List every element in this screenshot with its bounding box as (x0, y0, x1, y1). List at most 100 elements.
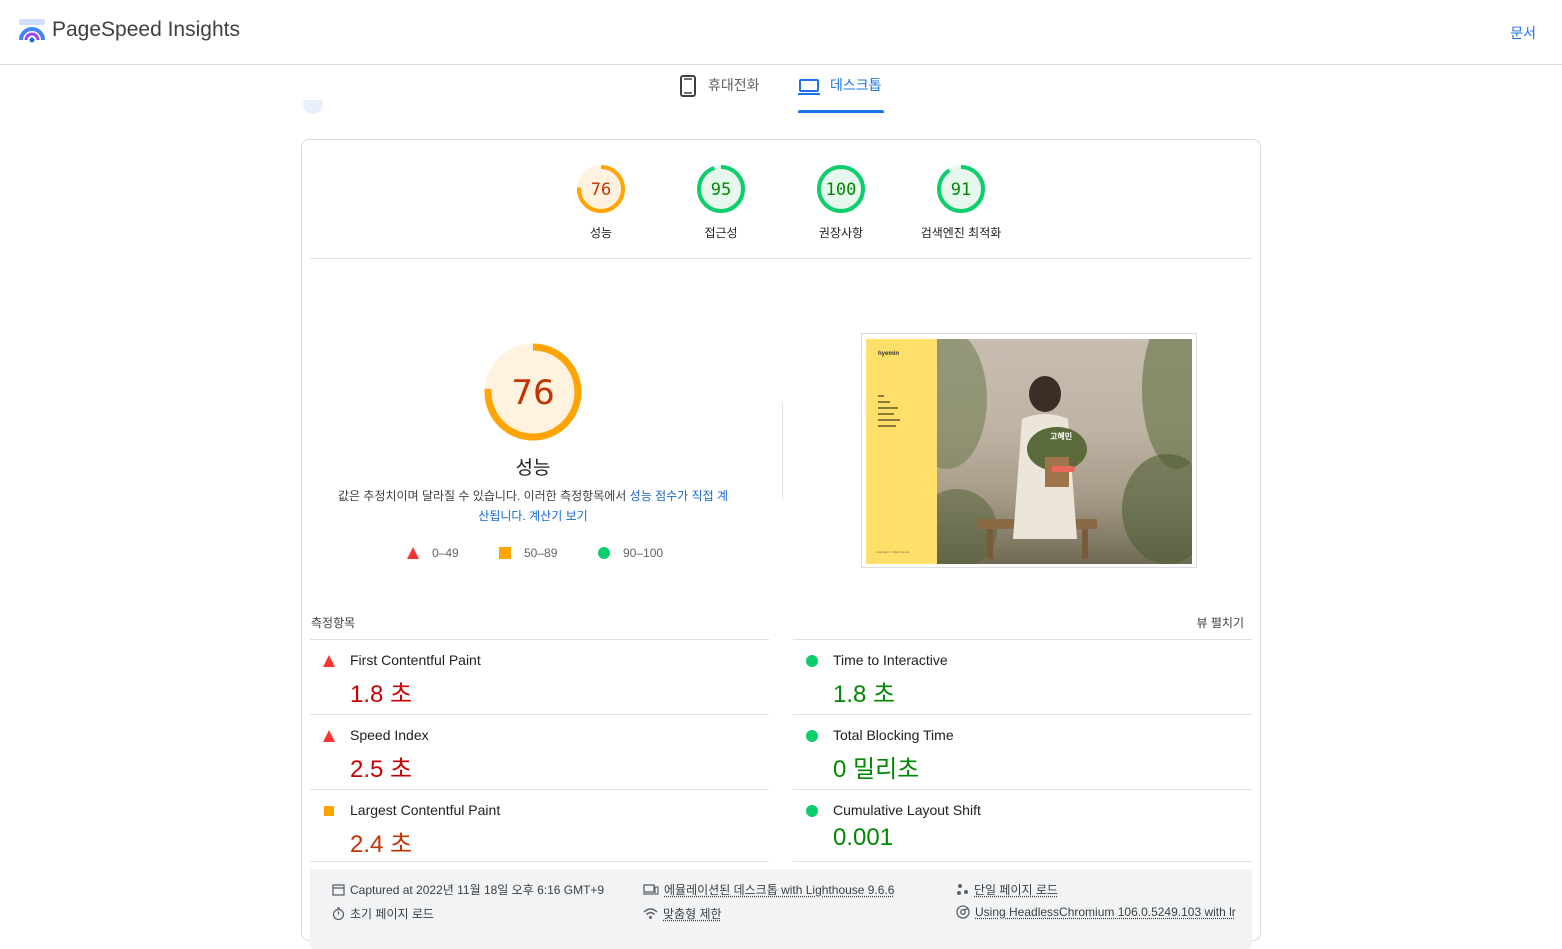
green-circle-icon (598, 547, 610, 559)
vertical-divider (782, 403, 783, 499)
metric-value: 0.001 (833, 824, 893, 852)
green-circle-icon (806, 655, 818, 667)
laptop-icon (798, 75, 820, 97)
metric-value: 0 밀리초 (833, 749, 919, 784)
metrics-right-bottom-border (793, 861, 1252, 862)
performance-big-score: 76 (511, 373, 554, 413)
gauge-label: 검색엔진 최적화 (906, 224, 1016, 241)
green-circle-icon (806, 805, 818, 817)
custom-throttling-text: 맞춤형 제한 (663, 905, 722, 922)
screenshot-sidebar: hyemin Copyright © 2022 hyemin (866, 339, 937, 564)
metric-value: 1.8 초 (350, 674, 412, 709)
metric-value: 2.4 초 (350, 824, 412, 859)
timer-icon (332, 907, 345, 920)
category-gauges: 76 성능 95 접근성 100 권장사항 91 검색엔진 최적화 (302, 140, 1260, 258)
score-ring: 91 (936, 164, 986, 214)
custom-throttling[interactable]: 맞춤형 제한 (643, 905, 722, 922)
metric-name: Largest Contentful Paint (350, 802, 500, 818)
single-page-load-text: 단일 페이지 로드 (974, 881, 1058, 898)
tab-mobile-label: 휴대전화 (708, 75, 760, 95)
gauges-divider (310, 258, 1252, 259)
gauge-label: 접근성 (666, 224, 776, 241)
legend-average: 50–89 (499, 546, 557, 560)
metrics-right-column: Time to Interactive 1.8 초 Total Blocking… (793, 639, 1252, 864)
gauge-performance[interactable]: 76 성능 (546, 164, 656, 241)
final-screenshot[interactable]: hyemin Copyright © 2022 hyemin 고혜민 (861, 333, 1197, 568)
legend-pass: 90–100 (598, 546, 663, 560)
metrics-title: 측정항목 (311, 614, 355, 631)
metrics-left-column: First Contentful Paint 1.8 초 Speed Index… (310, 639, 769, 864)
score-ring: 100 (816, 164, 866, 214)
red-triangle-icon (407, 547, 419, 559)
metric-speed-index: Speed Index 2.5 초 (310, 714, 769, 789)
gauge-label: 권장사항 (786, 224, 896, 241)
desc-text: 값은 추정치이며 달라질 수 있습니다. 이러한 측정항목에서 (338, 489, 630, 503)
screenshot-hero-name: 고혜민 (1050, 431, 1072, 442)
tab-mobile[interactable]: 휴대전화 (678, 75, 760, 113)
screenshot-site-name: hyemin (878, 351, 899, 357)
legend-fail: 0–49 (407, 546, 459, 560)
brand-title[interactable]: PageSpeed Insights (52, 18, 240, 42)
metric-lcp: Largest Contentful Paint 2.4 초 (310, 789, 769, 864)
browser-info[interactable]: Using HeadlessChromium 106.0.5249.103 wi… (956, 905, 1236, 919)
scrolled-favicon-icon (302, 100, 324, 116)
captured-at: Captured at 2022년 11월 18일 오후 6:16 GMT+9 (332, 881, 604, 898)
gauge-score: 91 (951, 180, 971, 200)
device-tabs: 휴대전화 데스크톱 (0, 65, 1562, 115)
metric-tti: Time to Interactive 1.8 초 (793, 639, 1252, 714)
red-triangle-icon (323, 655, 335, 667)
active-tab-indicator (798, 110, 884, 113)
screenshot-hero-photo: 고혜민 (937, 339, 1192, 564)
performance-title: 성능 (302, 453, 764, 480)
metric-name: Speed Index (350, 727, 429, 743)
expand-view-toggle[interactable]: 뷰 펼치기 (1197, 614, 1245, 631)
metric-name: Time to Interactive (833, 652, 948, 668)
metric-fcp: First Contentful Paint 1.8 초 (310, 639, 769, 714)
screenshot-cta-button (1051, 466, 1075, 472)
score-ring: 95 (696, 164, 746, 214)
performance-description: 값은 추정치이며 달라질 수 있습니다. 이러한 측정항목에서 성능 점수가 직… (337, 486, 729, 526)
tab-desktop-label: 데스크톱 (830, 75, 882, 95)
orange-square-icon (324, 806, 334, 816)
metric-name: Total Blocking Time (833, 727, 954, 743)
legend-fail-range: 0–49 (432, 546, 459, 560)
emulated-device-text: 에뮬레이션된 데스크톱 with Lighthouse 9.6.6 (664, 881, 894, 898)
report-card: 76 성능 95 접근성 100 권장사항 91 검색엔진 최적화 76 성능 … (301, 139, 1261, 941)
nodes-icon (956, 883, 969, 896)
legend-average-range: 50–89 (524, 546, 557, 560)
metric-value: 2.5 초 (350, 749, 412, 784)
metric-value: 1.8 초 (833, 674, 895, 709)
browser-info-text: Using HeadlessChromium 106.0.5249.103 wi… (975, 905, 1236, 919)
performance-big-gauge: 76 (483, 342, 583, 442)
metric-cls: Cumulative Layout Shift 0.001 (793, 789, 1252, 864)
gauge-best-practices[interactable]: 100 권장사항 (786, 164, 896, 241)
emulated-device[interactable]: 에뮬레이션된 데스크톱 with Lighthouse 9.6.6 (643, 881, 894, 898)
gauge-score: 76 (591, 180, 611, 200)
chrome-icon (956, 905, 970, 919)
metrics-left-bottom-border (310, 861, 769, 862)
docs-link[interactable]: 문서 (1510, 23, 1536, 43)
metric-name: Cumulative Layout Shift (833, 802, 981, 818)
captured-at-text: Captured at 2022년 11월 18일 오후 6:16 GMT+9 (350, 881, 604, 898)
single-page-load[interactable]: 단일 페이지 로드 (956, 881, 1058, 898)
gauge-seo[interactable]: 91 검색엔진 최적화 (906, 164, 1016, 241)
hero-photo-image (937, 339, 1192, 564)
top-header: PageSpeed Insights 문서 (0, 0, 1562, 65)
initial-page-load: 초기 페이지 로드 (332, 905, 434, 922)
tab-desktop[interactable]: 데스크톱 (798, 75, 882, 113)
pagespeed-logo-icon[interactable] (18, 18, 46, 44)
initial-page-load-text: 초기 페이지 로드 (350, 905, 434, 922)
gauge-score: 95 (711, 180, 731, 200)
metric-tbt: Total Blocking Time 0 밀리초 (793, 714, 1252, 789)
orange-square-icon (499, 547, 511, 559)
screenshot-nav-lines (878, 395, 902, 437)
metric-name: First Contentful Paint (350, 652, 481, 668)
legend-pass-range: 90–100 (623, 546, 663, 560)
green-circle-icon (806, 730, 818, 742)
red-triangle-icon (323, 730, 335, 742)
gauge-accessibility[interactable]: 95 접근성 (666, 164, 776, 241)
calculator-link[interactable]: 계산기 보기 (529, 509, 588, 523)
gauge-score: 100 (826, 180, 857, 200)
gauge-label: 성능 (546, 224, 656, 241)
screenshot-copyright: Copyright © 2022 hyemin (876, 550, 910, 554)
